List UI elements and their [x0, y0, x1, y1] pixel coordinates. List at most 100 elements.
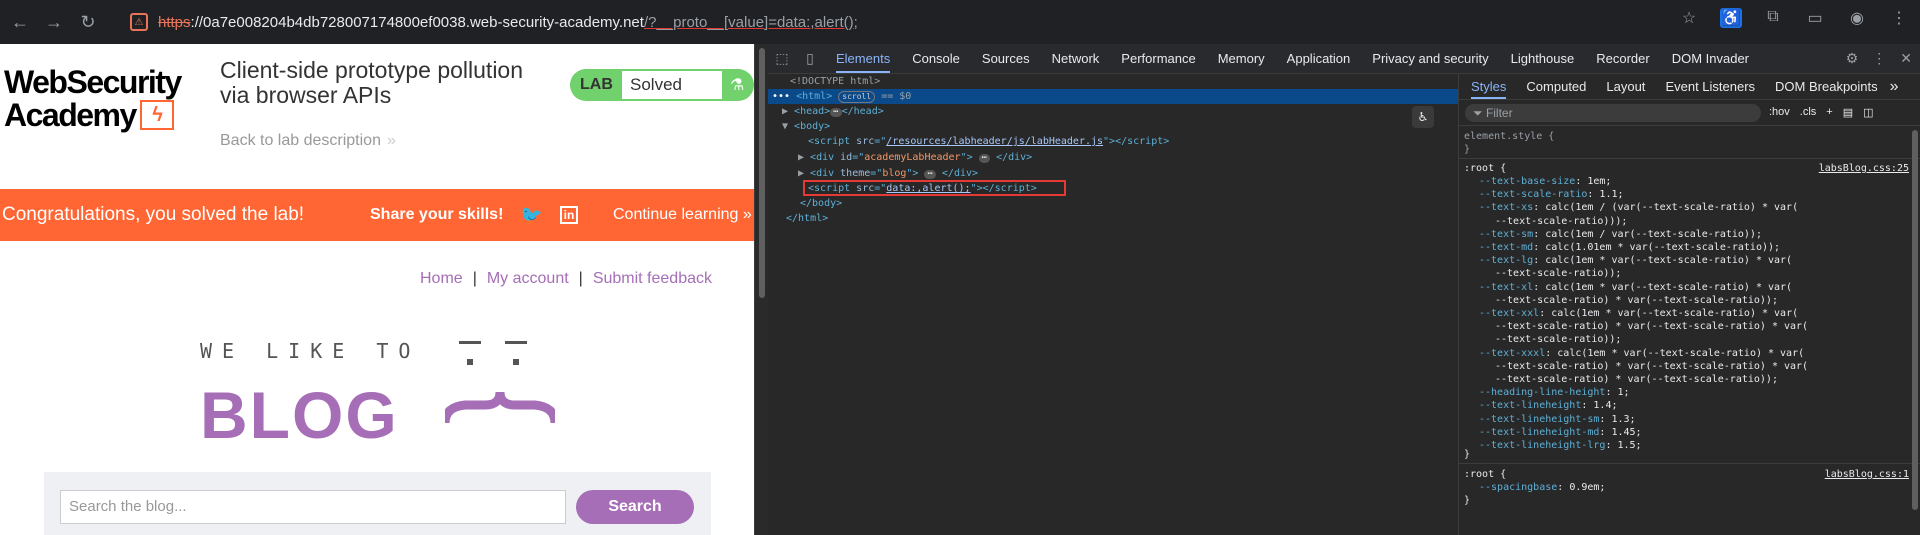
home-link[interactable]: Home — [420, 270, 463, 287]
cast-icon[interactable]: ▭ — [1804, 8, 1826, 28]
div-theme-node[interactable]: ▶ <div theme="blog"> ⋯ </div> — [798, 166, 978, 181]
address-bar[interactable]: ⚠ https://0a7e008204b4db728007174800ef00… — [120, 6, 1680, 38]
body-node[interactable]: ▼ <body> — [782, 119, 830, 134]
twitter-icon[interactable]: 🐦 — [520, 205, 542, 226]
my-account-link[interactable]: My account — [487, 270, 569, 287]
tab-memory[interactable]: Memory — [1218, 51, 1265, 66]
logo-line1: WebSecurity — [4, 64, 182, 100]
css-declaration[interactable]: --text-xl: calc(1em * var(--text-scale-r… — [1479, 281, 1792, 294]
script-labheader-node[interactable]: <script src="/resources/labheader/js/lab… — [808, 134, 1169, 149]
scrollbar-thumb[interactable] — [759, 48, 765, 298]
accessibility-tree-icon[interactable]: ♿ — [1412, 106, 1434, 128]
element-style-rule[interactable]: element.style { — [1464, 130, 1554, 143]
gear-icon[interactable]: ⚙ — [1846, 50, 1859, 67]
lab-label: LAB — [580, 76, 613, 93]
sidebar-toggle-icon[interactable]: ◫ — [1863, 106, 1873, 119]
css-declaration[interactable]: --text-lineheight: 1.4; — [1479, 399, 1618, 412]
html-node[interactable]: ••• <html> scroll == $0 — [768, 89, 1458, 104]
tab-network[interactable]: Network — [1052, 51, 1100, 66]
css-declaration[interactable]: --text-scale-ratio)); — [1495, 333, 1621, 346]
tab-event-listeners[interactable]: Event Listeners — [1665, 79, 1755, 94]
search-input[interactable]: Search the blog... — [60, 490, 566, 524]
tab-sources[interactable]: Sources — [982, 51, 1030, 66]
tab-dom-breakpoints[interactable]: DOM Breakpoints — [1775, 79, 1878, 94]
source-link[interactable]: labsBlog.css:25 — [1819, 162, 1909, 175]
css-declaration[interactable]: --text-base-size: 1em; — [1479, 175, 1611, 188]
css-declaration[interactable]: --text-xs: calc(1em / (var(--text-scale-… — [1479, 201, 1798, 214]
tab-application[interactable]: Application — [1287, 51, 1351, 66]
css-rules: element.style { } :root { labsBlog.css:2… — [1459, 128, 1920, 535]
doctype-line[interactable]: <!DOCTYPE html> — [790, 74, 880, 89]
css-declaration[interactable]: --text-scale-ratio)); — [1495, 267, 1621, 280]
search-button[interactable]: Search — [576, 490, 694, 524]
inspect-icon[interactable]: ⬚ — [768, 50, 796, 67]
web-page: WebSecurity Academy ϟ Client-side prototy… — [0, 44, 754, 535]
head-node[interactable]: ▶ <head> ⋯ </head> — [782, 104, 884, 119]
tab-recorder[interactable]: Recorder — [1596, 51, 1649, 66]
tab-console[interactable]: Console — [912, 51, 960, 66]
tab-elements[interactable]: Elements — [836, 44, 891, 73]
tab-styles[interactable]: Styles — [1471, 74, 1507, 99]
bolt-icon: ϟ — [139, 100, 174, 130]
tab-lighthouse[interactable]: Lighthouse — [1511, 51, 1575, 66]
more-icon[interactable]: ⋮ — [1872, 50, 1886, 67]
not-secure-icon[interactable]: ⚠ — [130, 13, 148, 31]
css-declaration[interactable]: --text-scale-ratio) * var(--text-scale-r… — [1495, 360, 1808, 373]
cls-toggle[interactable]: .cls — [1800, 106, 1817, 119]
css-declaration[interactable]: --text-scale-ratio) * var(--text-scale-r… — [1495, 373, 1778, 386]
add-rule-icon[interactable]: + — [1826, 106, 1832, 119]
tab-computed[interactable]: Computed — [1526, 79, 1586, 94]
css-declaration[interactable]: --text-lineheight-md: 1.45; — [1479, 426, 1642, 439]
device-toolbar-icon[interactable]: ▯ — [796, 50, 824, 67]
tab-performance[interactable]: Performance — [1121, 51, 1195, 66]
menu-icon[interactable]: ⋮ — [1888, 8, 1910, 28]
root-selector-2[interactable]: :root { — [1464, 468, 1506, 481]
page-scrollbar[interactable] — [754, 44, 768, 535]
css-declaration[interactable]: --text-scale-ratio: 1.1; — [1479, 188, 1624, 201]
css-declaration[interactable]: --text-lineheight-sm: 1.3; — [1479, 413, 1636, 426]
styles-filter-input[interactable]: ⏷ Filter — [1465, 103, 1761, 122]
body-close[interactable]: </body> — [800, 196, 842, 211]
forward-icon[interactable]: → — [40, 8, 68, 36]
css-declaration[interactable]: --text-sm: calc(1em / var(--text-scale-r… — [1479, 228, 1762, 241]
back-to-description-link[interactable]: Back to lab description» — [220, 132, 396, 150]
submit-feedback-link[interactable]: Submit feedback — [593, 270, 712, 287]
devtools-tabs: ⬚ ▯ Elements Console Sources Network Per… — [768, 44, 1920, 74]
reload-icon[interactable]: ↻ — [74, 8, 102, 36]
extensions-icon[interactable]: ⧉ — [1762, 8, 1784, 28]
tab-privacy[interactable]: Privacy and security — [1372, 51, 1488, 66]
profile-icon[interactable]: ◉ — [1846, 8, 1868, 28]
accessibility-icon[interactable]: ♿ — [1720, 8, 1742, 28]
css-declaration[interactable]: --heading-line-height: 1; — [1479, 386, 1630, 399]
hov-toggle[interactable]: :hov — [1769, 106, 1790, 119]
continue-learning-link[interactable]: Continue learning » — [613, 206, 752, 224]
paint-icon[interactable]: ▤ — [1843, 106, 1853, 119]
styles-scrollbar[interactable] — [1912, 130, 1918, 510]
close-icon[interactable]: ✕ — [1900, 50, 1912, 67]
css-declaration[interactable]: --text-lg: calc(1em * var(--text-scale-r… — [1479, 254, 1792, 267]
devtools-panel: ⬚ ▯ Elements Console Sources Network Per… — [768, 44, 1920, 535]
html-close[interactable]: </html> — [786, 211, 828, 226]
css-declaration[interactable]: --text-scale-ratio) * var(--text-scale-r… — [1495, 294, 1778, 307]
back-icon[interactable]: ← — [6, 8, 34, 36]
css-declaration[interactable]: --text-scale-ratio))); — [1495, 215, 1627, 228]
linkedin-icon[interactable]: in — [560, 206, 578, 224]
div-academy-node[interactable]: ▶ <div id="academyLabHeader"> ⋯ </div> — [798, 150, 1032, 165]
tab-dom-invader[interactable]: DOM Invader — [1672, 51, 1749, 66]
css-declaration[interactable]: --text-scale-ratio) * var(--text-scale-r… — [1495, 320, 1808, 333]
source-link-2[interactable]: labsBlog.css:1 — [1825, 468, 1909, 481]
css-declaration[interactable]: --text-md: calc(1.01em * var(--text-scal… — [1479, 241, 1780, 254]
star-icon[interactable]: ☆ — [1678, 8, 1700, 28]
css-declaration[interactable]: --spacingbase: 0.9em; — [1479, 481, 1605, 494]
rule-close: } — [1464, 449, 1471, 460]
root-selector[interactable]: :root { — [1464, 162, 1506, 175]
url-text[interactable]: https://0a7e008204b4db728007174800ef0038… — [158, 14, 858, 31]
css-declaration[interactable]: --text-xxl: calc(1em * var(--text-scale-… — [1479, 307, 1798, 320]
css-declaration[interactable]: --text-xxxl: calc(1em * var(--text-scale… — [1479, 347, 1804, 360]
css-declaration[interactable]: --text-lineheight-lrg: 1.5; — [1479, 439, 1642, 452]
lab-title: Client-side prototype pollution via brow… — [220, 57, 524, 108]
tab-layout[interactable]: Layout — [1606, 79, 1645, 94]
more-tabs-icon[interactable]: » — [1890, 78, 1899, 96]
academy-logo[interactable]: WebSecurity Academy ϟ — [4, 66, 204, 132]
styles-pane: Styles Computed Layout Event Listeners D… — [1458, 74, 1920, 535]
